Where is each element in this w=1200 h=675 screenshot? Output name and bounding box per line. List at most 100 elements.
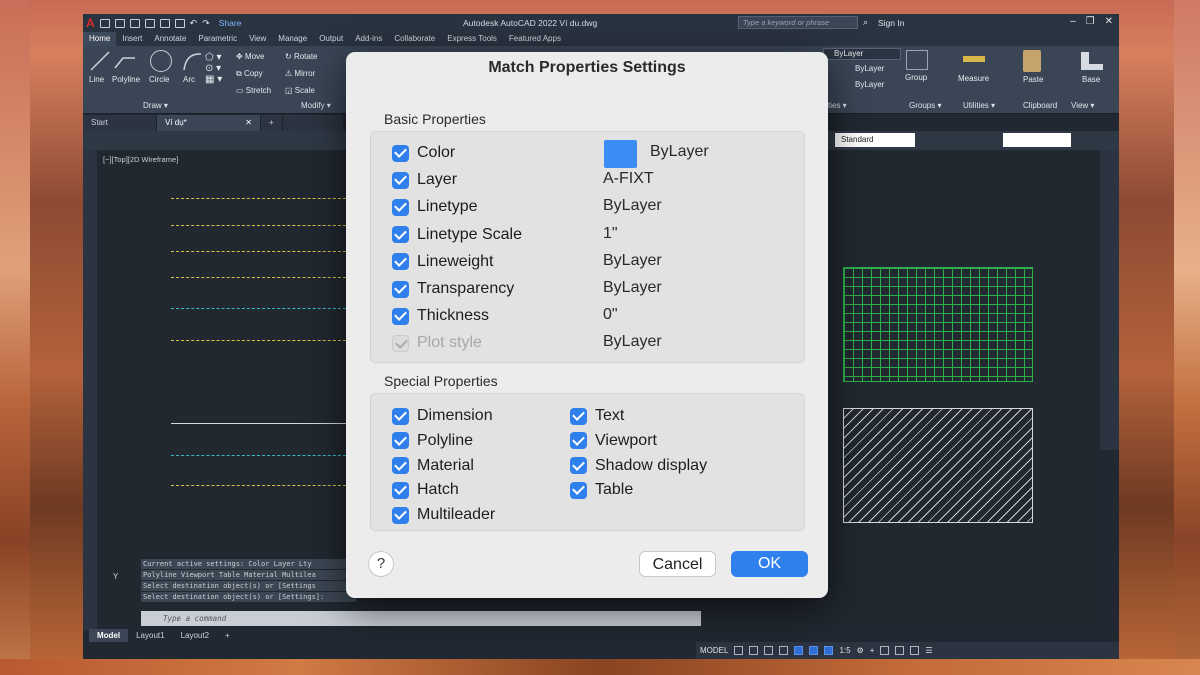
- annotation-icon[interactable]: [824, 646, 834, 655]
- checkbox[interactable]: [570, 481, 587, 499]
- view-panel-label[interactable]: View ▾: [1071, 101, 1094, 110]
- special-property-hatch[interactable]: Hatch: [392, 481, 459, 499]
- ortho-icon[interactable]: [764, 646, 774, 655]
- paste-label[interactable]: Paste: [1023, 75, 1043, 84]
- model-space-button[interactable]: MODEL: [700, 646, 728, 655]
- properties-panel-label[interactable]: ties ▾: [828, 101, 847, 110]
- print-icon[interactable]: [174, 18, 185, 28]
- add-layout-button[interactable]: +: [217, 629, 238, 642]
- menu-icon[interactable]: ☰: [925, 646, 932, 655]
- viewport-label[interactable]: [−][Top][2D Wireframe]: [103, 155, 178, 164]
- object-snap-icon[interactable]: [794, 646, 804, 655]
- checkbox[interactable]: [570, 407, 587, 425]
- tab-vi-du[interactable]: Ví dụ* ✕: [157, 115, 261, 131]
- basic-property-linetype-scale[interactable]: Linetype Scale: [392, 226, 522, 244]
- new-file-icon[interactable]: [99, 18, 110, 28]
- group-icon[interactable]: [906, 50, 928, 70]
- open-file-icon[interactable]: [114, 18, 125, 28]
- copy-tool[interactable]: ⧉ Copy: [236, 69, 263, 79]
- ribbon-tab-annotate[interactable]: Annotate: [148, 32, 192, 46]
- polyline-tool-icon[interactable]: [113, 50, 137, 72]
- hardware-icon[interactable]: [895, 646, 905, 655]
- special-property-material[interactable]: Material: [392, 457, 474, 475]
- mirror-tool[interactable]: ⚠ Mirror: [285, 69, 315, 78]
- checkbox[interactable]: [570, 457, 587, 475]
- snap-tracking-icon[interactable]: [809, 646, 819, 655]
- gear-icon[interactable]: ⚙: [857, 646, 864, 655]
- clean-screen-icon[interactable]: [910, 646, 920, 655]
- new-tab-button[interactable]: +: [261, 115, 283, 131]
- circle-tool-label[interactable]: Circle: [149, 75, 169, 84]
- save-icon[interactable]: [129, 18, 140, 28]
- clipboard-panel-label[interactable]: Clipboard: [1023, 101, 1057, 110]
- measure-label[interactable]: Measure: [958, 74, 989, 83]
- ok-button[interactable]: OK: [731, 551, 808, 577]
- checkbox[interactable]: [392, 307, 409, 325]
- sign-in-button[interactable]: Sign In: [878, 18, 904, 28]
- restore-icon[interactable]: ❐: [1086, 16, 1095, 27]
- basic-property-linetype[interactable]: Linetype: [392, 198, 478, 216]
- checkbox[interactable]: [392, 481, 409, 499]
- groups-panel-label[interactable]: Groups ▾: [909, 101, 941, 110]
- minimize-icon[interactable]: –: [1070, 16, 1076, 27]
- draw-panel-label[interactable]: Draw ▾: [143, 101, 168, 110]
- ribbon-tab-add-ins[interactable]: Add-ins: [349, 32, 388, 46]
- grid-icon[interactable]: [734, 646, 744, 655]
- checkbox[interactable]: [392, 144, 409, 162]
- basic-property-transparency[interactable]: Transparency: [392, 280, 514, 298]
- annotation-scale[interactable]: 1:5: [839, 646, 850, 655]
- line-tool-icon[interactable]: [89, 50, 111, 72]
- text-style-dropdown[interactable]: Standard: [835, 133, 915, 147]
- special-property-dimension[interactable]: Dimension: [392, 407, 493, 425]
- checkbox[interactable]: [392, 253, 409, 271]
- stretch-tool[interactable]: ▭ Stretch: [236, 86, 271, 95]
- special-property-multileader[interactable]: Multileader: [392, 506, 495, 524]
- lineweight-dropdown[interactable]: ByLayer: [823, 80, 901, 92]
- draw-extra-icons[interactable]: ⬠ ▾ ⊙ ▾ ▦ ▾: [205, 52, 222, 85]
- autocad-logo-icon[interactable]: A: [86, 16, 95, 30]
- tab-layout2[interactable]: Layout2: [173, 629, 217, 642]
- tab-layout1[interactable]: Layout1: [128, 629, 172, 642]
- save-as-icon[interactable]: [144, 18, 155, 28]
- move-tool[interactable]: ✥ Move: [236, 52, 265, 61]
- ribbon-tab-insert[interactable]: Insert: [116, 32, 148, 46]
- modify-panel-label[interactable]: Modify ▾: [301, 101, 331, 110]
- checkbox[interactable]: [392, 506, 409, 524]
- share-button[interactable]: Share: [219, 18, 242, 28]
- checkbox[interactable]: [392, 171, 409, 189]
- ribbon-tab-view[interactable]: View: [243, 32, 272, 46]
- close-tab-icon[interactable]: ✕: [245, 118, 252, 127]
- search-input[interactable]: Type a keyword or phrase: [738, 16, 858, 29]
- ribbon-tab-output[interactable]: Output: [313, 32, 349, 46]
- isolate-icon[interactable]: [880, 646, 890, 655]
- basic-property-color[interactable]: Color: [392, 144, 455, 162]
- checkbox[interactable]: [392, 198, 409, 216]
- checkbox[interactable]: [392, 457, 409, 475]
- arc-tool-label[interactable]: Arc: [183, 75, 195, 84]
- basic-property-lineweight[interactable]: Lineweight: [392, 253, 494, 271]
- ribbon-tab-parametric[interactable]: Parametric: [192, 32, 243, 46]
- cancel-button[interactable]: Cancel: [639, 551, 716, 577]
- ribbon-tab-home[interactable]: Home: [83, 32, 117, 46]
- checkbox[interactable]: [392, 407, 409, 425]
- ribbon-tab-manage[interactable]: Manage: [272, 32, 313, 46]
- checkbox[interactable]: [392, 280, 409, 298]
- circle-tool-icon[interactable]: [150, 50, 172, 72]
- special-property-shadow-display[interactable]: Shadow display: [570, 457, 707, 475]
- special-property-polyline[interactable]: Polyline: [392, 432, 473, 450]
- snap-icon[interactable]: [749, 646, 759, 655]
- redo-icon[interactable]: ↷: [202, 18, 210, 29]
- polyline-tool-label[interactable]: Polyline: [112, 75, 140, 84]
- checkbox[interactable]: [392, 226, 409, 244]
- ribbon-tab-collaborate[interactable]: Collaborate: [388, 32, 441, 46]
- linetype-dropdown[interactable]: ByLayer: [823, 64, 901, 76]
- undo-icon[interactable]: ↶: [190, 18, 198, 29]
- group-label[interactable]: Group: [905, 73, 927, 82]
- close-icon[interactable]: ✕: [1105, 16, 1113, 27]
- plus-icon[interactable]: +: [870, 646, 875, 655]
- scale-tool[interactable]: ◲ Scale: [285, 86, 315, 95]
- special-property-table[interactable]: Table: [570, 481, 633, 499]
- help-button[interactable]: ?: [368, 551, 394, 577]
- basic-property-thickness[interactable]: Thickness: [392, 307, 489, 325]
- polar-icon[interactable]: [779, 646, 789, 655]
